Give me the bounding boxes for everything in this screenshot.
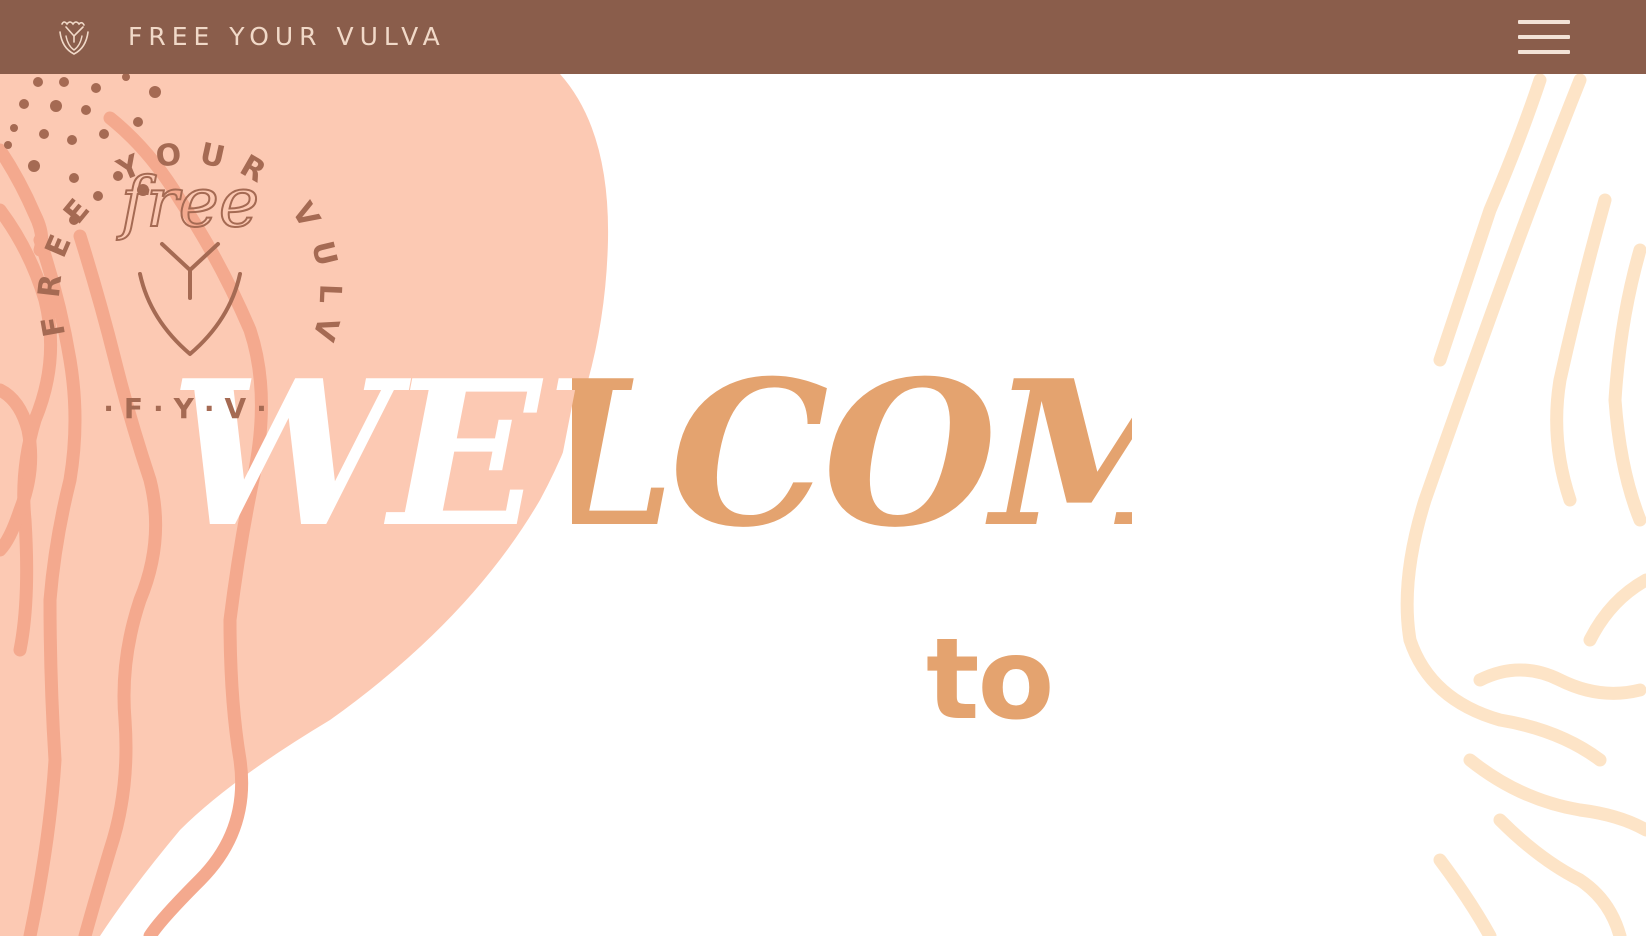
hero-section: WELCOME WELCOME to FREE YOUR VULVA free … xyxy=(0,74,1646,936)
badge-initials: ·F·Y·V· xyxy=(103,392,277,425)
vulva-heart-icon xyxy=(138,242,242,356)
brand-name[interactable]: FREE YOUR VULVA xyxy=(128,22,446,52)
vulva-heart-logo-icon xyxy=(59,21,89,55)
home-logo-link[interactable] xyxy=(56,18,92,58)
top-navigation-bar: FREE YOUR VULVA xyxy=(0,0,1646,74)
to-word: to xyxy=(926,615,1054,745)
badge-script-free: free xyxy=(116,164,259,243)
hamburger-menu-icon[interactable] xyxy=(1518,18,1570,56)
free-your-vulva-badge: FREE YOUR VULVA free ·F·Y·V· xyxy=(0,74,331,425)
